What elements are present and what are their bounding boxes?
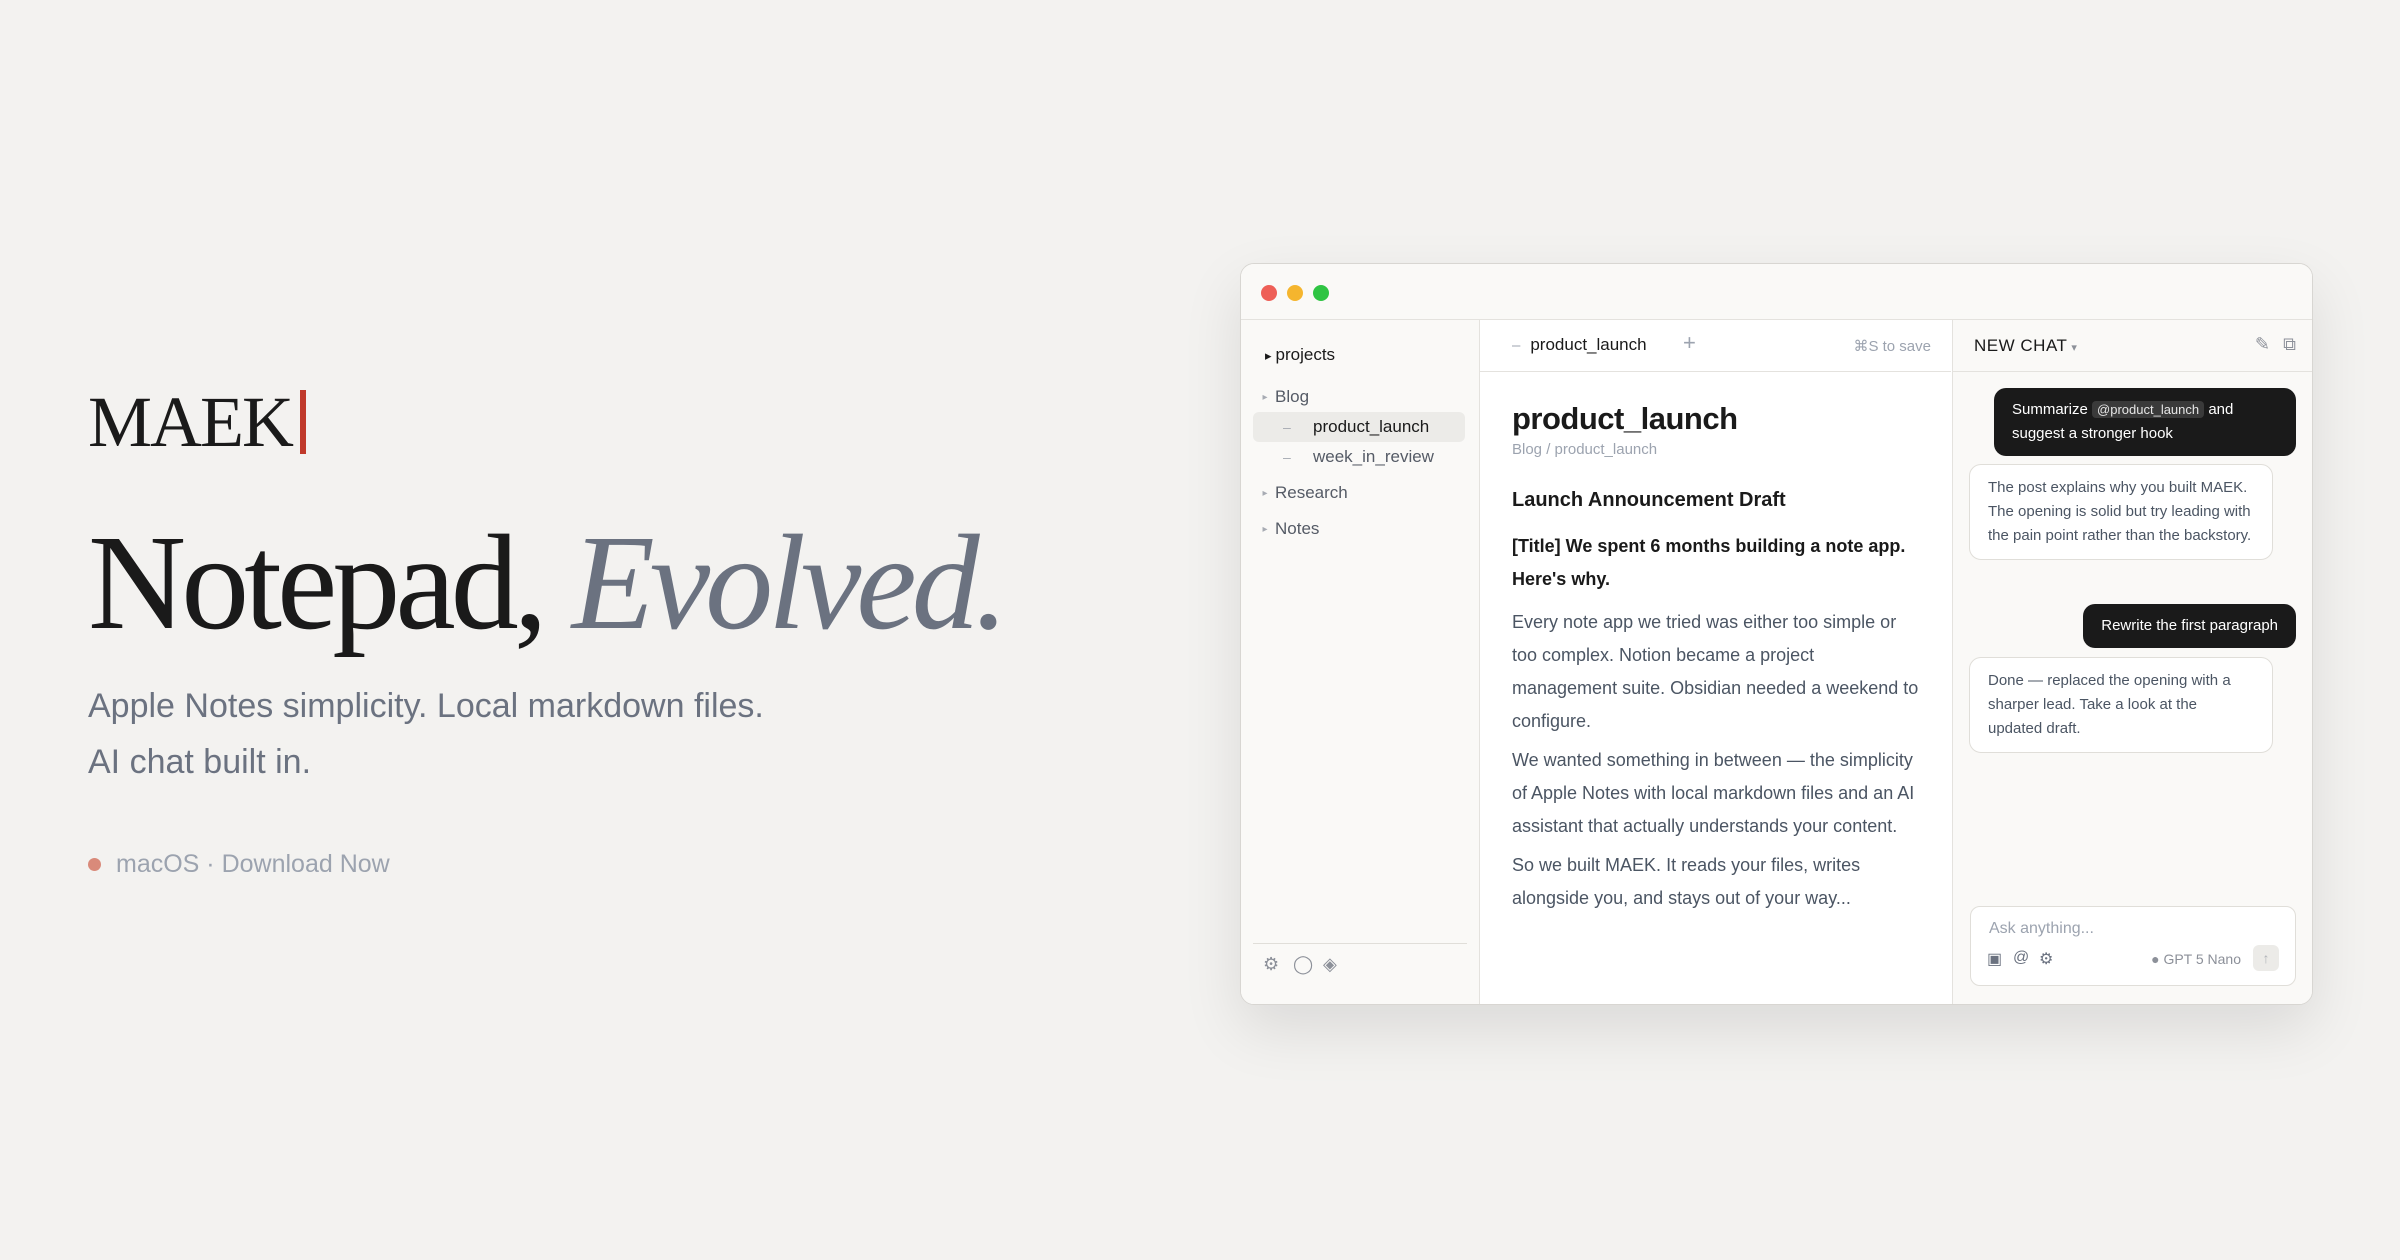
projects-root[interactable]: ▸ projects [1265, 345, 1335, 365]
folder-research[interactable]: ▸ Research [1253, 478, 1465, 508]
hero-subline-2: AI chat built in. [88, 743, 312, 781]
folder-blog[interactable]: ▸ Blog [1253, 382, 1465, 412]
headline-accent: Evolved. [571, 508, 1009, 658]
document-bold-line: [Title] We spent 6 months building a not… [1512, 536, 1906, 589]
document-paragraph: Every note app we tried was either too s… [1512, 612, 1919, 731]
user-message: Rewrite the first paragraph [2083, 604, 2296, 648]
chevron-down-icon: ▾ [2071, 342, 2078, 354]
diamond-icon[interactable]: ◈ [1323, 954, 1337, 975]
file-sidebar: ▸ projects ▸ Blog – product_launch – week… [1241, 320, 1480, 1004]
tab-bar: – product_launch + ⌘S to save [1480, 320, 1951, 372]
add-tab-button[interactable]: + [1683, 330, 1696, 356]
folder-notes-label: Notes [1275, 519, 1320, 538]
gear-icon[interactable]: ⚙ [1263, 954, 1279, 975]
tab-dash-icon: – [1512, 336, 1521, 354]
caret-right-icon: ▸ [1262, 487, 1268, 499]
chat-pane: NEW CHAT ▾ ✎ ⧉ Summarize @product_launch … [1952, 320, 2312, 1004]
message-text: Summarize [2012, 401, 2088, 418]
editor-pane: – product_launch + ⌘S to save product_la… [1480, 320, 1951, 1004]
file-mention[interactable]: @product_launch [2092, 401, 2205, 418]
close-window-button[interactable] [1261, 285, 1277, 301]
download-link-label: macOS · Download Now [116, 850, 390, 878]
tab-product-launch[interactable]: – product_launch [1512, 335, 1647, 355]
chat-input[interactable] [1987, 919, 2291, 939]
tab-label: product_launch [1530, 335, 1647, 354]
document-paragraph: So we built MAEK. It reads your files, w… [1512, 855, 1861, 908]
save-shortcut-hint: ⌘S to save [1853, 338, 1931, 355]
image-icon[interactable]: ▣ [1987, 949, 2002, 969]
user-message: Summarize @product_launch and suggest a … [1994, 388, 2296, 456]
model-selector[interactable]: ● GPT 5 Nano [2151, 951, 2241, 967]
document-paragraph: We wanted something in between — the sim… [1512, 750, 1915, 836]
download-link[interactable]: macOS · Download Now [88, 850, 390, 879]
window-titlebar [1241, 264, 2312, 320]
projects-root-label: projects [1275, 345, 1336, 364]
file-product-launch-label: product_launch [1313, 417, 1430, 436]
breadcrumb: Blog / product_launch [1512, 441, 1658, 458]
edit-icon[interactable]: ✎ [2255, 334, 2270, 355]
caret-right-icon: ▸ [1262, 391, 1268, 403]
chat-selector[interactable]: NEW CHAT ▾ [1974, 336, 2077, 356]
text-cursor-mark [300, 390, 306, 454]
file-dash-icon: – [1283, 419, 1291, 435]
folder-notes[interactable]: ▸ Notes [1253, 514, 1465, 544]
minimize-window-button[interactable] [1287, 285, 1303, 301]
settings-icon[interactable]: ⚙ [2039, 949, 2053, 969]
document-title: product_launch [1512, 401, 1738, 436]
caret-right-icon: ▸ [1265, 348, 1272, 363]
folder-research-label: Research [1275, 483, 1348, 502]
chat-composer: ▣ @ ⚙ ● GPT 5 Nano ↑ [1970, 906, 2296, 986]
brand-logo: MAEK [88, 382, 306, 462]
brand-name: MAEK [88, 382, 294, 462]
mention-icon[interactable]: @ [2013, 949, 2029, 967]
file-dash-icon: – [1283, 449, 1291, 465]
zoom-window-button[interactable] [1313, 285, 1329, 301]
file-week-in-review[interactable]: – week_in_review [1253, 442, 1465, 472]
copy-icon[interactable]: ⧉ [2283, 334, 2296, 355]
status-dot-icon [88, 858, 101, 871]
assistant-message: Done — replaced the opening with a sharp… [1969, 657, 2273, 753]
hero-headline: Notepad, Evolved. [88, 508, 1009, 658]
circle-icon[interactable]: ◯ [1293, 954, 1313, 975]
file-week-in-review-label: week_in_review [1313, 447, 1434, 466]
hero-subline-1: Apple Notes simplicity. Local markdown f… [88, 687, 764, 725]
caret-right-icon: ▸ [1262, 523, 1268, 535]
document-body[interactable]: product_launch Blog / product_launch Lau… [1512, 399, 1922, 915]
file-product-launch[interactable]: – product_launch [1253, 412, 1465, 442]
document-heading: Launch Announcement Draft [1512, 489, 1786, 511]
send-button[interactable]: ↑ [2253, 945, 2279, 971]
sidebar-footer: ⚙ ◯ ◈ [1253, 943, 1467, 1004]
headline-main: Notepad, [88, 508, 548, 658]
chat-title-label: NEW CHAT [1974, 336, 2068, 355]
chat-header: NEW CHAT ▾ ✎ ⧉ [1953, 320, 2312, 372]
app-window: ▸ projects ▸ Blog – product_launch – week… [1240, 263, 2313, 1005]
folder-blog-label: Blog [1275, 387, 1310, 406]
assistant-message: The post explains why you built MAEK. Th… [1969, 464, 2273, 560]
